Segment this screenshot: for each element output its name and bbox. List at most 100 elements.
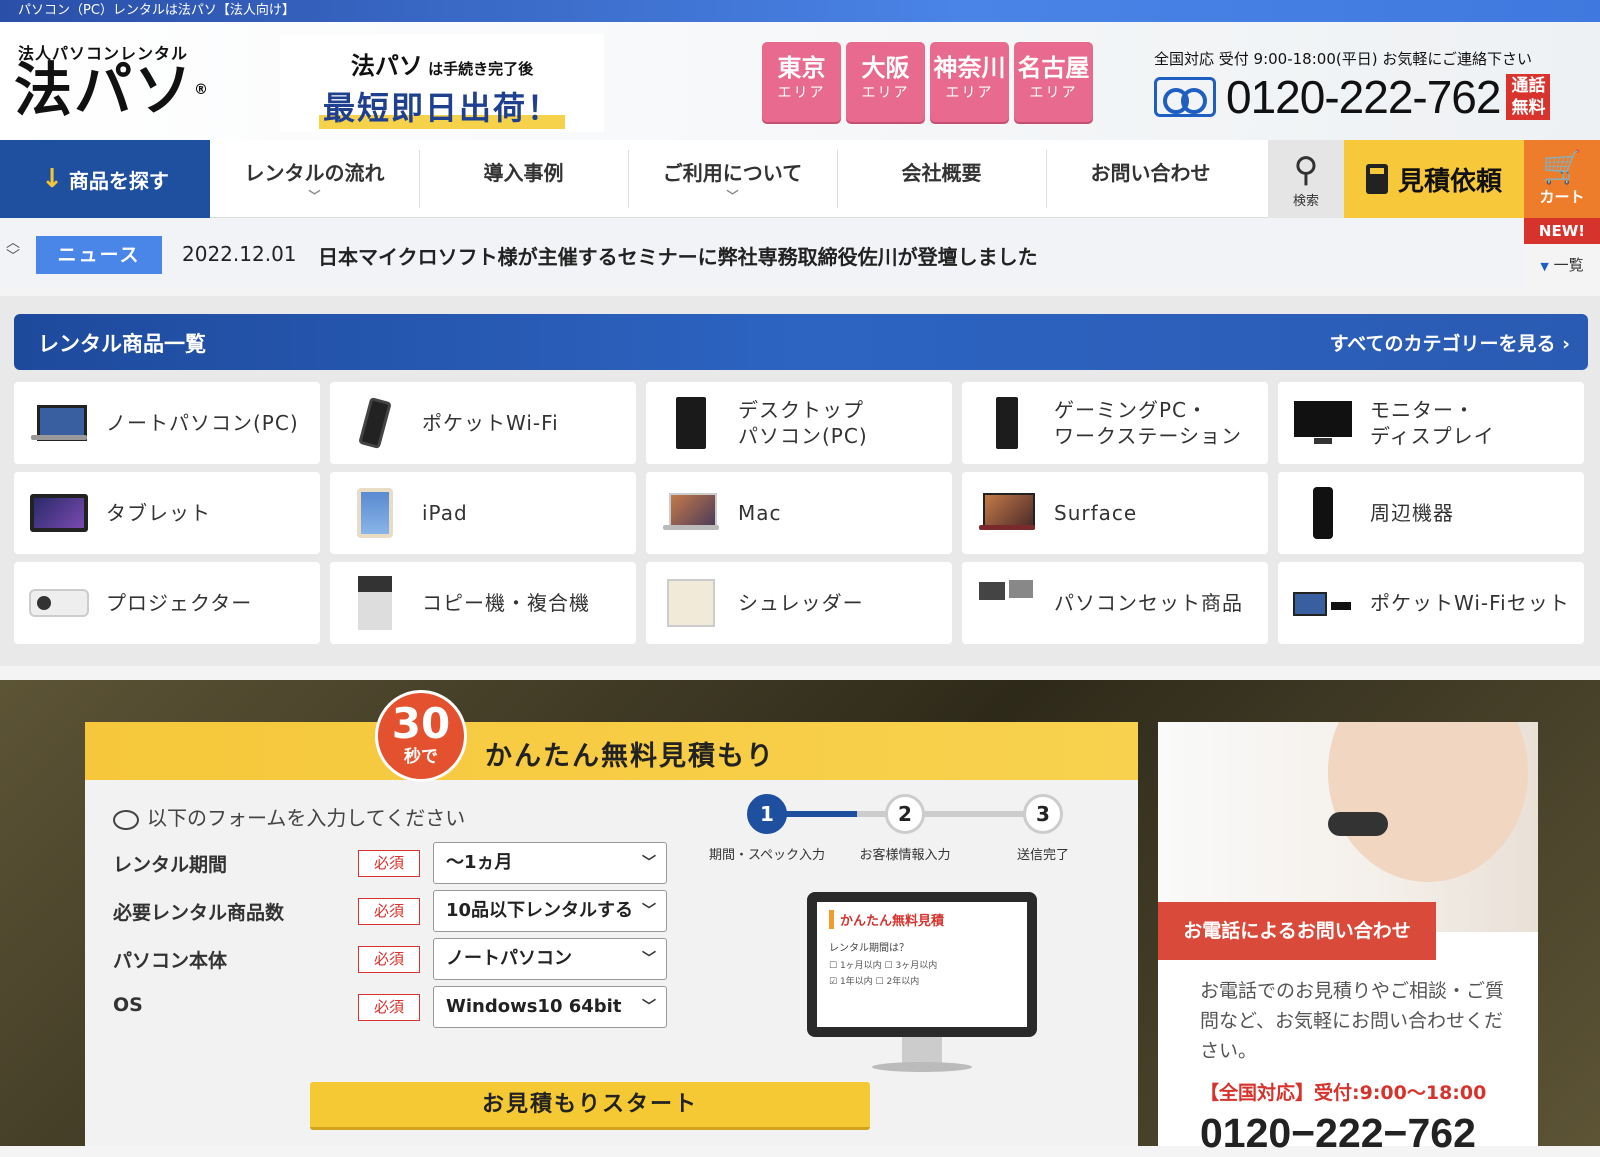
area-osaka-button[interactable]: 大阪 エリア (846, 42, 925, 122)
category-card-monitor[interactable]: モニター・ ディスプレイ (1278, 382, 1584, 464)
area-name: 東京 (777, 54, 826, 82)
area-name: 神奈川 (933, 54, 1006, 82)
form-row-os: OS 必須 Windows10 64bit ﹀ (113, 986, 753, 1028)
area-tokyo-button[interactable]: 東京 エリア (762, 42, 841, 122)
category-card-shredder[interactable]: シュレッダー (646, 562, 952, 644)
area-kanagawa-button[interactable]: 神奈川 エリア (930, 42, 1009, 122)
category-card-tablet[interactable]: タブレット (14, 472, 320, 554)
category-card-wifi-set[interactable]: ポケットWi-Fiセット (1278, 562, 1584, 644)
find-products-label: 商品を探す (68, 168, 169, 193)
category-card-peripherals[interactable]: 周辺機器 (1278, 472, 1584, 554)
laptop-icon (31, 405, 87, 441)
cart-new-badge: NEW! (1524, 218, 1600, 244)
phone-inquiry-text: お電話でのお見積りやご相談・ご質問など、お気軽にお問い合わせください。 (1200, 980, 1505, 1062)
banner-line1: 法パソ は手続き完了後 (280, 46, 604, 81)
os-select[interactable]: Windows10 64bit ﹀ (433, 986, 667, 1028)
preview-option: 2年以内 (886, 977, 920, 987)
form-hint-text: 以下のフォームを入力してください (147, 806, 466, 830)
shredder-icon (667, 579, 715, 627)
search-button[interactable]: ⚲ 検索 (1268, 140, 1344, 218)
search-label: 検索 (1292, 194, 1319, 209)
header-phone[interactable]: 0120-222-762 通話無料 (1154, 70, 1551, 124)
chevron-down-icon: ﹀ (642, 855, 656, 871)
item-count-select[interactable]: 10品以下レンタルする ﹀ (433, 890, 667, 932)
headset-icon (1328, 812, 1388, 836)
copier-icon (358, 576, 392, 630)
quote-progress-steps: 1 2 3 期間・スペック入力 お客様情報入力 送信完了 (705, 794, 1085, 894)
quote-request-button[interactable]: 見積依頼 (1344, 140, 1524, 218)
all-categories-link[interactable]: すべてのカテゴリーを見る › (1330, 329, 1570, 356)
category-card-pocket-wifi[interactable]: ポケットWi-Fi (330, 382, 636, 464)
catalog-title: レンタル商品一覧 (38, 332, 206, 356)
nav-usage-info[interactable]: ご利用について ﹀ (628, 140, 837, 218)
site-logo[interactable]: 法パソ® (14, 60, 210, 120)
nav-contact[interactable]: お問い合わせ (1046, 140, 1255, 218)
cart-button[interactable]: 🛒 カート (1524, 140, 1600, 218)
monitor-screen: かんたん無料見積 レンタル期間は？ ☐ 1ヶ月以内 ☐ 3ヶ月以内 ☑ 1年以内… (807, 892, 1037, 1037)
category-label: モニター・ ディスプレイ (1370, 398, 1495, 448)
category-card-projector[interactable]: プロジェクター (14, 562, 320, 644)
operator-photo (1158, 722, 1538, 932)
news-headline-link[interactable]: 日本マイクロソフト様が主催するセミナーに弊社専務取締役佐川が登壇しました (318, 241, 1038, 270)
category-card-ipad[interactable]: iPad (330, 472, 636, 554)
nav-menu: レンタルの流れ ﹀ 導入事例 ご利用について ﹀ 会社概要 お問い合わせ (210, 140, 1255, 218)
category-card-workstation[interactable]: ゲーミングPC・ ワークステーション (962, 382, 1268, 464)
pocket-wifi-icon (358, 396, 392, 450)
search-icon: ⚲ (1293, 150, 1319, 190)
news-list-link[interactable]: ▼ 一覧 (1524, 246, 1600, 284)
pc-type-select[interactable]: ノートパソコン ﹀ (433, 938, 667, 980)
category-label: Surface (1054, 501, 1138, 525)
down-arrow-icon: ↓ (41, 164, 63, 194)
rental-period-select[interactable]: 〜1ヵ月 ﹀ (433, 842, 667, 884)
form-hint: 以下のフォームを入力してください (113, 802, 465, 831)
freedial-icon (1154, 77, 1216, 117)
chevron-down-icon: ﹀ (308, 188, 321, 203)
find-products-button[interactable]: ↓ 商品を探す (0, 140, 210, 218)
router-icon (1313, 487, 1333, 539)
phone-inquiry-panel: お電話によるお問い合わせ お電話でのお見積りやご相談・ご質問など、お気軽にお問い… (1158, 722, 1538, 1156)
category-card-notebook[interactable]: ノートパソコン(PC) (14, 382, 320, 464)
top-tagline: パソコン（PC）レンタルは法パソ【法人向け】 (18, 3, 295, 18)
phone-inquiry-number[interactable]: 0120−222−762 (1200, 1110, 1476, 1157)
category-card-copier[interactable]: コピー機・複合機 (330, 562, 636, 644)
site-header: 法人パソコンレンタル 法パソ® 法パソ は手続き完了後 最短即日出荷！ 東京 エ… (0, 22, 1600, 140)
category-card-pc-set[interactable]: パソコンセット商品 (962, 562, 1268, 644)
category-label: 周辺機器 (1370, 501, 1454, 525)
logo-text: 法パソ (14, 56, 195, 124)
area-nagoya-button[interactable]: 名古屋 エリア (1014, 42, 1093, 122)
monitor-stand (902, 1037, 942, 1065)
step-1: 1 (747, 794, 787, 834)
same-day-shipping-banner[interactable]: 法パソ は手続き完了後 最短即日出荷！ (280, 34, 604, 132)
quote-title: かんたん無料見積もり (485, 741, 775, 772)
cart-icon: 🛒 (1542, 148, 1582, 186)
step-2: 2 (885, 794, 925, 834)
thirty-seconds-badge: 30 秒で (375, 690, 467, 782)
badge-number: 30 (391, 699, 451, 748)
category-label: プロジェクター (106, 591, 253, 615)
step-3-label: 送信完了 (1016, 848, 1069, 863)
start-quote-button[interactable]: お見積もりスタート (310, 1082, 870, 1130)
pc-set-icon (977, 578, 1037, 628)
rental-catalog-section: レンタル商品一覧 すべてのカテゴリーを見る › ノートパソコン(PC) ポケット… (0, 296, 1600, 666)
nav-rental-flow[interactable]: レンタルの流れ ﹀ (210, 140, 419, 218)
banner-brand: 法パソ (350, 52, 423, 80)
news-scroll-arrows[interactable]: ︿ ﹀ (6, 236, 20, 264)
category-label: iPad (422, 501, 468, 525)
banner-line2: 最短即日出荷！ (318, 83, 565, 129)
category-label: シュレッダー (738, 591, 864, 615)
nav-label: レンタルの流れ (244, 160, 385, 185)
select-value: Windows10 64bit (446, 996, 622, 1017)
nav-case-studies[interactable]: 導入事例 (419, 140, 628, 218)
category-card-desktop[interactable]: デスクトップ パソコン(PC) (646, 382, 952, 464)
banner-line1-text: は手続き完了後 (428, 60, 534, 78)
nav-company[interactable]: 会社概要 (837, 140, 1046, 218)
quote-request-label: 見積依頼 (1397, 166, 1502, 197)
speech-bubble-icon (113, 809, 139, 830)
news-label: ニュース (36, 236, 162, 274)
monitor-icon (1294, 401, 1352, 445)
surface-icon (979, 493, 1035, 533)
step-3: 3 (1023, 794, 1063, 834)
category-card-surface[interactable]: Surface (962, 472, 1268, 554)
required-badge: 必須 (358, 946, 420, 973)
category-card-mac[interactable]: Mac (646, 472, 952, 554)
